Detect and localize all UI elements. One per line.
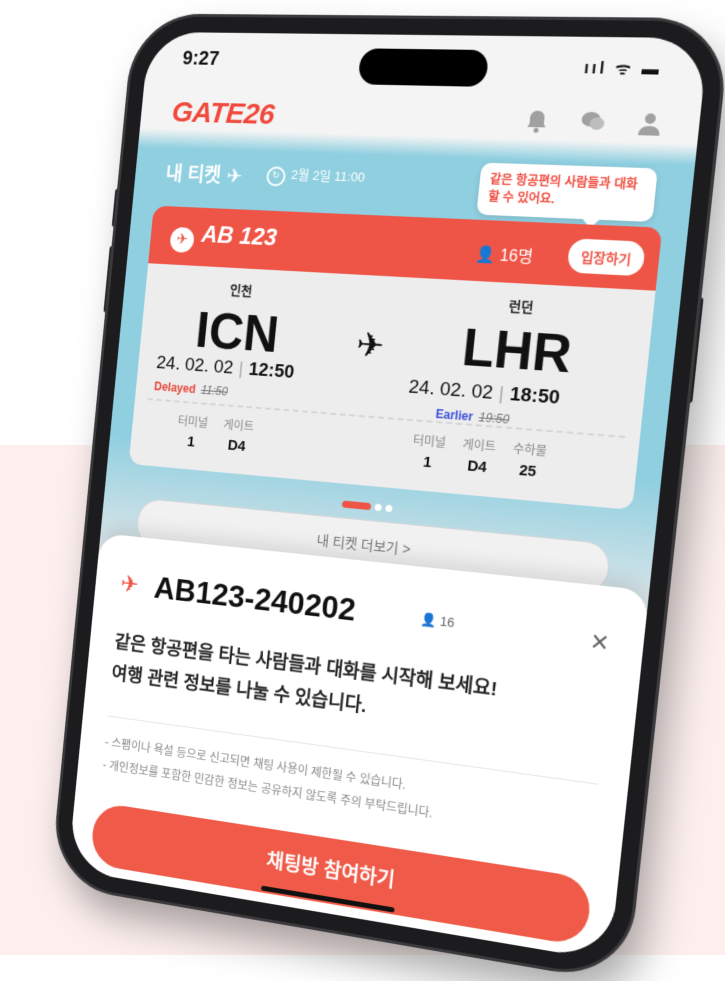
app-logo[interactable]: GATE26 — [170, 96, 275, 132]
info-label: 터미널 — [177, 414, 209, 431]
arrival-baggage: 수하물 25 — [510, 440, 548, 482]
info-value: D4 — [226, 436, 247, 455]
departure-time: 12:50 — [247, 359, 296, 383]
person-icon: 👤 — [474, 246, 501, 265]
status-icons: ııl ᯤ ▬ — [583, 59, 663, 79]
departure-status: Delayed 11:50 — [154, 379, 229, 398]
info-value: 1 — [186, 433, 196, 451]
header-icons — [523, 108, 664, 137]
departure-date: 24. 02. 02 — [155, 352, 235, 379]
participant-count-text: 16명 — [498, 247, 534, 267]
departure-gate: 게이트 D4 — [221, 416, 255, 456]
departure-iata: ICN — [193, 301, 282, 364]
arrival-airport: 런던 LHR — [459, 293, 578, 385]
arrival-time: 18:50 — [508, 383, 561, 409]
departure-terminal: 터미널 1 — [175, 412, 209, 451]
delayed-label: Delayed — [153, 379, 197, 397]
bell-icon[interactable] — [523, 108, 550, 133]
my-ticket-header: 내 티켓 ✈ ↻ 2월 2일 11:00 같은 항공편의 사람들과 대화할 수 있어… — [164, 156, 658, 222]
arrival-gate: 게이트 D4 — [460, 435, 497, 476]
info-label: 게이트 — [222, 417, 255, 435]
page-dot[interactable] — [374, 503, 382, 512]
chat-tooltip: 같은 항공편의 사람들과 대화할 수 있어요. — [476, 162, 658, 222]
info-value: 1 — [422, 453, 433, 472]
page-dot-active[interactable] — [341, 500, 372, 511]
info-label: 터미널 — [412, 433, 447, 451]
status-time: 9:27 — [181, 47, 221, 70]
sheet-count-text: 16 — [439, 613, 456, 631]
departure-airport: 인천 ICN — [193, 278, 283, 363]
arrival-city: 런던 — [508, 298, 535, 316]
sheet-title: AB123-240202 — [152, 569, 358, 628]
info-label: 게이트 — [461, 437, 497, 455]
departure-old-time: 11:50 — [200, 382, 229, 399]
my-ticket-title-text: 내 티켓 — [164, 163, 223, 188]
chat-icon[interactable] — [579, 110, 607, 136]
app-header: GATE26 — [169, 90, 665, 153]
info-value: 25 — [518, 461, 538, 481]
ticket-card[interactable]: 인천 ICN ✈ 런던 LHR 24. 02. 02 | 12:50 Delayed… — [128, 263, 656, 511]
app-screen: 9:27 ııl ᯤ ▬ GATE26 내 티켓 ✈ ↻ 2월 2일 11:00… — [67, 31, 709, 962]
close-icon[interactable]: ✕ — [589, 628, 611, 657]
participant-count: 👤 16명 — [474, 240, 534, 267]
refresh-info[interactable]: ↻ 2월 2일 11:00 — [265, 163, 366, 189]
flight-code-text: AB 123 — [200, 221, 279, 252]
departure-city: 인천 — [229, 282, 253, 299]
person-icon: 👤 — [419, 611, 441, 629]
refresh-icon[interactable]: ↻ — [265, 166, 287, 187]
plane-icon: ✈ — [119, 570, 140, 599]
arrival-terminal: 터미널 1 — [410, 431, 447, 472]
chat-bottom-sheet: ✈ AB123-240202 👤 16 ✕ 같은 항공편을 타는 사람들과 대화… — [67, 532, 650, 962]
info-label: 수하물 — [512, 441, 548, 459]
plane-icon: ✈ — [225, 165, 243, 188]
arrival-date: 24. 02. 02 — [407, 376, 494, 404]
dynamic-island — [357, 48, 490, 87]
user-icon[interactable] — [636, 111, 664, 137]
plane-arrow-icon: ✈ — [354, 325, 386, 366]
my-ticket-title: 내 티켓 ✈ — [165, 158, 244, 189]
phone-mockup: 9:27 ııl ᯤ ▬ GATE26 내 티켓 ✈ ↻ 2월 2일 11:00… — [52, 16, 725, 981]
plane-icon: ✈ — [169, 226, 196, 254]
status-bar: 9:27 ııl ᯤ ▬ — [181, 46, 664, 87]
arrival-iata: LHR — [459, 318, 575, 385]
flight-code: ✈ AB 123 — [169, 220, 278, 257]
page-dot[interactable] — [385, 504, 393, 513]
info-value: D4 — [466, 457, 488, 477]
refresh-time: 2월 2일 11:00 — [290, 167, 366, 185]
sheet-participant-count: 👤 16 — [420, 611, 456, 631]
enter-chat-button[interactable]: 입장하기 — [566, 238, 646, 277]
phone-body: 9:27 ııl ᯤ ▬ GATE26 내 티켓 ✈ ↻ 2월 2일 11:00… — [52, 16, 725, 981]
